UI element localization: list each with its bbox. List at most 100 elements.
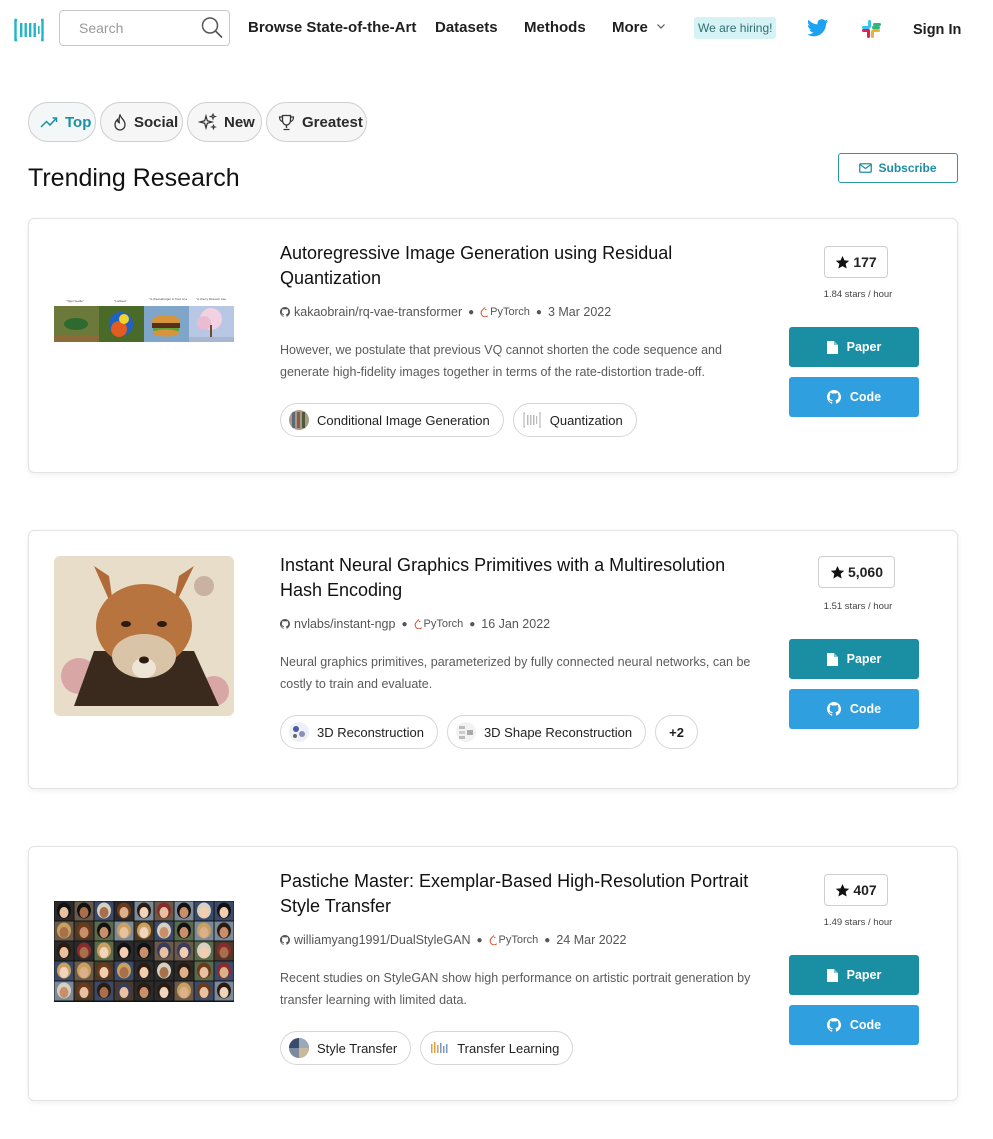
subscribe-label: Subscribe bbox=[878, 161, 937, 175]
task-thumbnail-icon bbox=[455, 722, 476, 742]
paper-title[interactable]: Autoregressive Image Generation using Re… bbox=[280, 241, 750, 291]
svg-text:"A cherry blossom tree: "A cherry blossom tree bbox=[196, 297, 226, 301]
task-tags: 3D Reconstruction 3D Shape Reconstructio… bbox=[280, 715, 707, 749]
tag-label: Style Transfer bbox=[317, 1040, 398, 1056]
nav-more-label: More bbox=[612, 19, 648, 36]
paper-title[interactable]: Instant Neural Graphics Primitives with … bbox=[280, 553, 750, 603]
sign-in-link[interactable]: Sign In bbox=[913, 21, 961, 39]
star-count-badge[interactable]: 407 bbox=[824, 874, 888, 906]
paper-button[interactable]: Paper bbox=[789, 327, 919, 367]
tag-style-transfer[interactable]: Style Transfer bbox=[280, 1031, 412, 1065]
star-icon bbox=[830, 565, 845, 578]
paper-card: Pastiche Master: Exemplar-Based High-Res… bbox=[28, 846, 958, 1101]
paper-thumbnail[interactable] bbox=[54, 901, 234, 1002]
filter-new-label: New bbox=[224, 113, 255, 131]
separator-dot: ● bbox=[535, 306, 542, 318]
star-count: 177 bbox=[853, 254, 877, 270]
filter-social[interactable]: Social bbox=[100, 102, 183, 142]
github-icon bbox=[280, 619, 290, 629]
separator-dot: ● bbox=[401, 618, 408, 630]
paper-button-label: Paper bbox=[846, 652, 882, 666]
paper-thumbnail[interactable] bbox=[54, 556, 234, 716]
svg-text:"A cheeseburger in front of a: "A cheeseburger in front of a bbox=[149, 297, 187, 301]
search-icon[interactable] bbox=[196, 12, 228, 44]
file-icon bbox=[826, 340, 838, 354]
tag-label: 3D Reconstruction bbox=[317, 724, 424, 740]
paper-meta: kakaobrain/rq-vae-transformer ● PyTorch … bbox=[280, 305, 611, 319]
slack-icon[interactable] bbox=[861, 19, 881, 39]
top-nav: Browse State-of-the-Art Datasets Methods… bbox=[0, 0, 993, 58]
tag-label: Conditional Image Generation bbox=[317, 412, 490, 428]
task-tags: Style Transfer Transfer Learning bbox=[280, 1031, 582, 1065]
tag-label: 3D Shape Reconstruction bbox=[483, 724, 633, 740]
tag-transfer-learning[interactable]: Transfer Learning bbox=[420, 1031, 574, 1065]
paper-button[interactable]: Paper bbox=[789, 955, 919, 995]
pwc-logo-icon[interactable] bbox=[14, 17, 44, 43]
code-button-label: Code bbox=[849, 390, 882, 404]
envelope-icon bbox=[859, 163, 873, 173]
tag-quantization[interactable]: Quantization bbox=[512, 403, 637, 437]
repo-link[interactable]: kakaobrain/rq-vae-transformer bbox=[294, 305, 462, 319]
paper-abstract: Neural graphics primitives, parameterize… bbox=[280, 655, 751, 691]
file-icon bbox=[826, 652, 838, 666]
nav-browse-sota[interactable]: Browse State-of-the-Art bbox=[248, 19, 416, 37]
github-icon bbox=[280, 935, 290, 945]
separator-dot: ● bbox=[469, 618, 476, 630]
code-button[interactable]: Code bbox=[789, 377, 919, 417]
filter-greatest[interactable]: Greatest bbox=[266, 102, 367, 142]
task-thumbnail-icon bbox=[289, 1038, 309, 1058]
task-thumbnail-icon bbox=[289, 722, 309, 742]
paper-button[interactable]: Paper bbox=[789, 639, 919, 679]
code-button-label: Code bbox=[849, 702, 882, 716]
paper-abstract: However, we postulate that previous VQ c… bbox=[280, 343, 722, 379]
more-tags-button[interactable]: +2 bbox=[655, 715, 698, 749]
paper-card: Instant Neural Graphics Primitives with … bbox=[28, 530, 958, 789]
filter-top[interactable]: Top bbox=[28, 102, 96, 142]
hiring-badge[interactable]: We are hiring! bbox=[694, 17, 777, 39]
tag-conditional-image-generation[interactable]: Conditional Image Generation bbox=[280, 403, 504, 437]
code-button-label: Code bbox=[849, 1018, 882, 1032]
tag-3d-shape-reconstruction[interactable]: 3D Shape Reconstruction bbox=[446, 715, 647, 749]
twitter-icon[interactable] bbox=[807, 19, 829, 37]
file-icon bbox=[826, 968, 838, 982]
paper-title[interactable]: Pastiche Master: Exemplar-Based High-Res… bbox=[280, 869, 750, 919]
search-input[interactable] bbox=[61, 12, 209, 44]
page-title: Trending Research bbox=[28, 164, 240, 192]
quantization-icon bbox=[523, 412, 541, 428]
chevron-down-icon bbox=[657, 24, 665, 29]
subscribe-button[interactable]: Subscribe bbox=[838, 153, 958, 183]
framework-label: PyTorch bbox=[498, 934, 539, 946]
paper-date: 16 Jan 2022 bbox=[481, 617, 551, 631]
filter-new[interactable]: New bbox=[187, 102, 262, 142]
flame-icon bbox=[114, 113, 126, 131]
paper-button-label: Paper bbox=[846, 968, 882, 982]
pytorch-icon bbox=[480, 307, 489, 317]
stars-rate: 1.51 stars / hour bbox=[823, 601, 893, 612]
github-icon bbox=[826, 390, 841, 404]
nav-more[interactable]: More bbox=[612, 19, 666, 37]
filter-top-label: Top bbox=[65, 113, 92, 131]
separator-dot: ● bbox=[476, 934, 483, 946]
tag-label: Transfer Learning bbox=[457, 1040, 560, 1056]
nav-datasets[interactable]: Datasets bbox=[435, 19, 498, 37]
github-icon bbox=[280, 307, 290, 317]
star-count: 5,060 bbox=[847, 564, 884, 580]
nav-methods[interactable]: Methods bbox=[524, 19, 586, 37]
paper-abstract: Recent studies on StyleGAN show high per… bbox=[280, 971, 751, 1007]
code-button[interactable]: Code bbox=[789, 1005, 919, 1045]
star-icon bbox=[836, 255, 850, 268]
pytorch-icon bbox=[489, 935, 497, 945]
repo-link[interactable]: nvlabs/instant-ngp bbox=[294, 617, 395, 631]
task-thumbnail-icon bbox=[289, 410, 309, 430]
trophy-icon bbox=[278, 114, 295, 130]
repo-link[interactable]: williamyang1991/DualStyleGAN bbox=[294, 933, 470, 947]
stars-rate: 1.49 stars / hour bbox=[823, 917, 893, 928]
separator-dot: ● bbox=[544, 934, 551, 946]
star-count: 407 bbox=[853, 882, 877, 898]
star-count-badge[interactable]: 177 bbox=[824, 246, 888, 278]
paper-thumbnail[interactable]: "Tiger beetle" "Lorikeet" "A cheeseburger… bbox=[54, 297, 234, 352]
code-button[interactable]: Code bbox=[789, 689, 919, 729]
star-count-badge[interactable]: 5,060 bbox=[818, 556, 895, 588]
paper-date: 3 Mar 2022 bbox=[547, 305, 612, 319]
tag-3d-reconstruction[interactable]: 3D Reconstruction bbox=[280, 715, 438, 749]
